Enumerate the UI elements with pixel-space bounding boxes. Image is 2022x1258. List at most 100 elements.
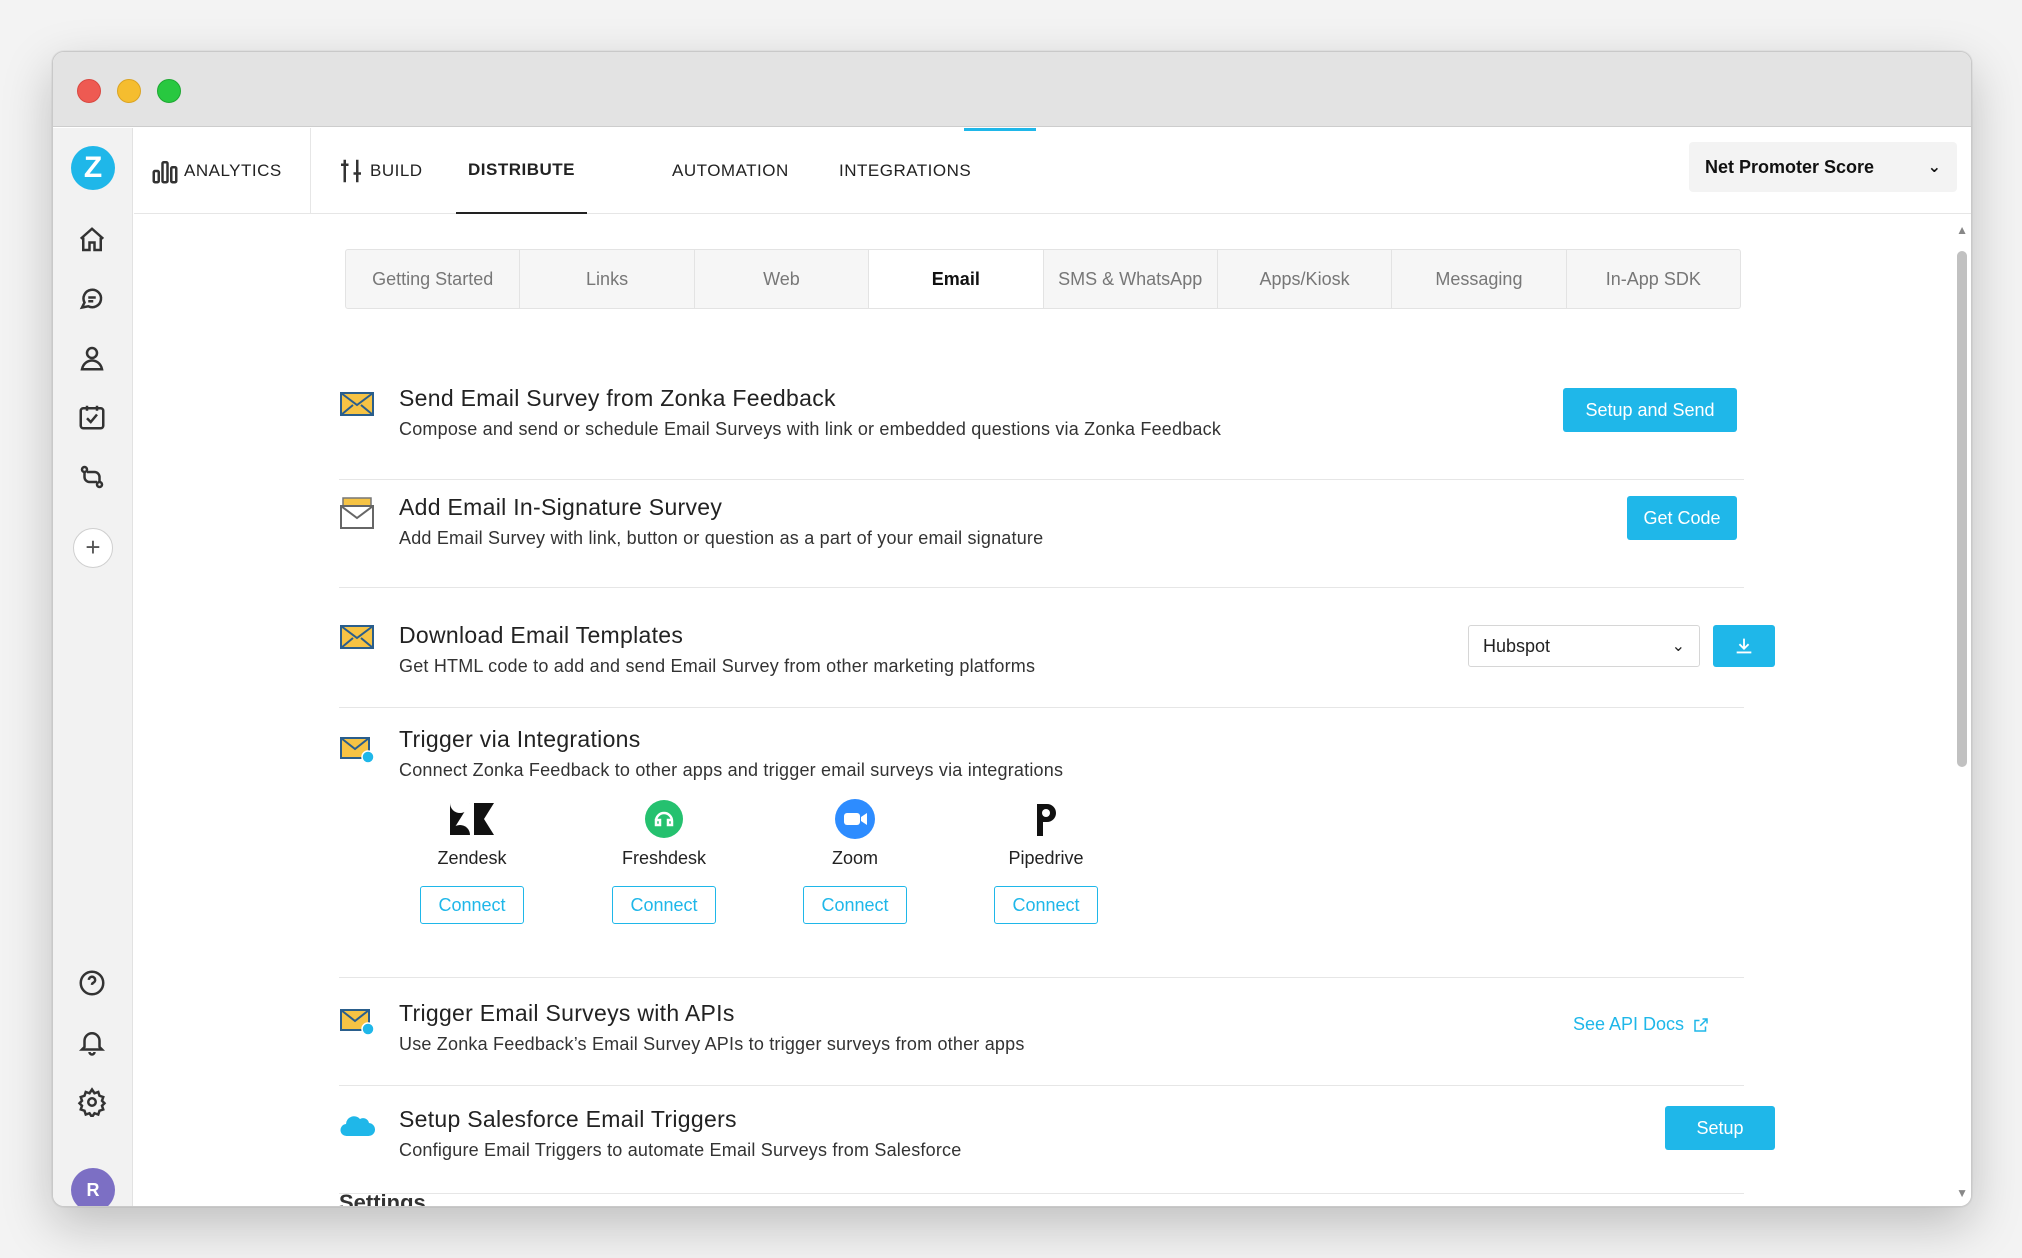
row-description: Configure Email Triggers to automate Ema… [399,1140,961,1161]
envelope-gear-icon [339,730,375,766]
tab-email[interactable]: Email [869,250,1043,308]
envelope-icon [339,385,375,421]
chevron-down-icon: ⌄ [1672,636,1685,656]
row-title: Send Email Survey from Zonka Feedback [399,385,836,412]
integration-zoom: Zoom Connect [800,798,910,924]
pipedrive-logo-icon [991,798,1101,840]
download-template-button[interactable] [1713,625,1775,667]
integration-name: Freshdesk [609,848,719,872]
template-platform-select[interactable]: Hubspot ⌄ [1468,625,1700,667]
main-content: Getting Started Links Web Email SMS & Wh… [134,215,1972,1207]
see-api-docs-label: See API Docs [1573,1014,1684,1035]
tab-sms-whatsapp[interactable]: SMS & WhatsApp [1044,250,1218,308]
analytics-icon [150,156,180,186]
nav-automation[interactable]: AUTOMATION [672,128,789,214]
row-description: Get HTML code to add and send Email Surv… [399,656,1035,677]
row-trigger-apis: Trigger Email Surveys with APIs Use Zonk… [339,978,1744,1086]
row-description: Add Email Survey with link, button or qu… [399,528,1043,549]
calendar-check-icon[interactable] [75,400,109,434]
tab-web[interactable]: Web [695,250,869,308]
row-description: Connect Zonka Feedback to other apps and… [399,760,1063,781]
template-platform-value: Hubspot [1483,636,1550,657]
scroll-up-icon[interactable]: ▲ [1956,223,1968,237]
nav-analytics[interactable]: ANALYTICS [150,128,282,214]
nav-integrations[interactable]: INTEGRATIONS [839,128,971,214]
connect-zoom-button[interactable]: Connect [803,886,907,924]
feedback-chat-icon[interactable] [75,283,109,317]
scroll-down-icon[interactable]: ▼ [1956,1186,1968,1200]
row-email-templates: Download Email Templates Get HTML code t… [339,588,1744,708]
zoom-window-button[interactable] [157,79,181,103]
row-email-signature: Add Email In-Signature Survey Add Email … [339,480,1744,588]
tab-getting-started[interactable]: Getting Started [346,250,520,308]
distribution-tabs: Getting Started Links Web Email SMS & Wh… [345,249,1741,309]
tab-apps-kiosk[interactable]: Apps/Kiosk [1218,250,1392,308]
minimize-window-button[interactable] [117,79,141,103]
nav-build-label: BUILD [370,161,423,181]
salesforce-cloud-icon [339,1108,375,1144]
envelope-icon [339,618,375,654]
user-icon[interactable] [75,341,109,375]
scroll-thumb[interactable] [1957,251,1967,767]
salesforce-setup-button[interactable]: Setup [1665,1106,1775,1150]
chevron-down-icon: ⌄ [1928,157,1941,177]
connect-pipedrive-button[interactable]: Connect [994,886,1098,924]
integration-freshdesk: Freshdesk Connect [609,798,719,924]
integration-name: Pipedrive [991,848,1101,872]
row-description: Use Zonka Feedback’s Email Survey APIs t… [399,1034,1025,1055]
row-title: Trigger Email Surveys with APIs [399,1000,735,1027]
workflow-icon[interactable] [75,460,109,494]
nav-analytics-label: ANALYTICS [184,161,282,181]
integration-pipedrive: Pipedrive Connect [991,798,1101,924]
integration-name: Zoom [800,848,910,872]
zendesk-logo-icon [417,798,527,840]
survey-selector-value: Net Promoter Score [1705,157,1874,178]
home-icon[interactable] [75,223,109,257]
left-sidebar: Z + R [53,128,133,1207]
scrollbar[interactable]: ▲ ▼ [1951,215,1972,1207]
nav-divider [310,128,311,214]
row-title: Trigger via Integrations [399,726,641,753]
nav-integrations-label: INTEGRATIONS [839,161,971,181]
row-title: Setup Salesforce Email Triggers [399,1106,737,1133]
integration-zendesk: Zendesk Connect [417,798,527,924]
help-icon[interactable] [75,966,109,1000]
nav-distribute[interactable]: DISTRIBUTE [456,128,587,214]
row-title: Download Email Templates [399,622,683,649]
integration-name: Zendesk [417,848,527,872]
build-tools-icon [336,156,366,186]
external-link-icon [1692,1016,1710,1034]
zonka-logo[interactable]: Z [71,146,115,190]
tab-messaging[interactable]: Messaging [1392,250,1566,308]
user-avatar[interactable]: R [71,1168,115,1207]
signature-envelope-icon [339,496,375,532]
tab-links[interactable]: Links [520,250,694,308]
add-button[interactable]: + [73,528,113,568]
nav-automation-label: AUTOMATION [672,161,789,181]
nav-build[interactable]: BUILD [336,128,423,214]
row-trigger-integrations: Trigger via Integrations Connect Zonka F… [339,708,1744,978]
tab-in-app-sdk[interactable]: In-App SDK [1567,250,1740,308]
row-salesforce-triggers: Setup Salesforce Email Triggers Configur… [339,1086,1744,1194]
envelope-gear-icon [339,1002,375,1038]
see-api-docs-link[interactable]: See API Docs [1573,1014,1710,1035]
loading-indicator [964,128,1036,131]
top-navigation: ANALYTICS BUILD DISTRIBUTE AUTOMATION IN… [134,128,1971,214]
app-window: Z + R ANALYTICS [52,51,1972,1207]
get-code-button[interactable]: Get Code [1627,496,1737,540]
settings-gear-icon[interactable] [75,1085,109,1119]
connect-zendesk-button[interactable]: Connect [420,886,524,924]
nav-distribute-label: DISTRIBUTE [468,160,575,180]
row-description: Compose and send or schedule Email Surve… [399,419,1221,440]
notification-bell-icon[interactable] [75,1025,109,1059]
row-title: Add Email In-Signature Survey [399,494,722,521]
survey-selector[interactable]: Net Promoter Score ⌄ [1689,142,1957,192]
download-icon [1733,635,1755,657]
setup-and-send-button[interactable]: Setup and Send [1563,388,1737,432]
connect-freshdesk-button[interactable]: Connect [612,886,716,924]
close-window-button[interactable] [77,79,101,103]
row-send-email-survey: Send Email Survey from Zonka Feedback Co… [339,365,1744,480]
title-bar [53,52,1971,127]
zoom-logo-icon [800,798,910,840]
settings-heading: Settings [339,1190,426,1207]
